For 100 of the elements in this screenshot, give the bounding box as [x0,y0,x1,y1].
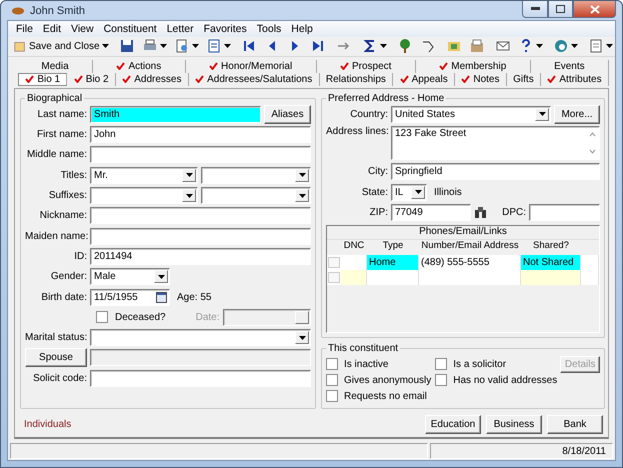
check-icon [439,62,448,70]
caret-icon [538,112,546,116]
check-icon [74,75,83,84]
dropdown-button[interactable] [295,331,309,344]
menu-item[interactable]: File [11,22,38,35]
menu-item[interactable]: View [66,22,99,35]
text-field[interactable] [90,228,311,245]
dropdown-field[interactable]: United States [391,106,551,123]
menu-item[interactable]: Help [286,22,318,35]
field-label: Marital status: [25,332,87,344]
checkbox-label: Is inactive [344,358,388,370]
date-field[interactable]: 11/5/1955 [90,288,170,306]
binoculars-icon[interactable] [474,206,487,220]
window-title: John Smith [30,4,86,16]
date-field[interactable] [222,308,311,326]
checkbox[interactable] [435,358,448,370]
check-icon [547,75,556,84]
text-field[interactable] [529,204,600,222]
table-cell: Not Shared [521,255,581,270]
text-field[interactable]: John [90,126,311,144]
tab[interactable]: Honor/Memorial [186,60,317,73]
dropdown-button[interactable] [411,186,425,199]
caret-icon [186,173,192,178]
caret-icon [186,194,192,198]
text-field[interactable] [90,146,311,164]
caret-icon [536,44,543,48]
state-name: Illinois [434,186,462,198]
field-label: Solicit code: [32,372,87,384]
checkbox[interactable] [326,358,338,370]
tab[interactable]: Events [530,60,610,73]
footer-button[interactable]: Business [486,415,542,434]
check-icon [400,75,409,84]
checkbox-label: Gives anonymously [344,374,432,386]
globe-icon [552,38,569,54]
dropdown-button[interactable] [295,189,309,202]
minimize-button[interactable] [522,1,548,18]
footer-button[interactable]: Education [425,415,481,434]
menu-item[interactable]: Constituent [98,22,162,35]
checkbox-label: Deceased? [115,312,166,323]
checkbox[interactable] [326,374,338,386]
menu-item[interactable]: Tools [252,22,286,35]
dropdown-field[interactable]: Male [90,268,170,286]
text-field[interactable]: 77049 [391,204,471,222]
dropdown-field[interactable] [90,329,311,346]
check-icon [25,75,34,84]
dropdown-button[interactable] [182,189,196,202]
field-label: Address lines: [326,126,388,138]
menu-item[interactable]: Favorites [198,22,252,35]
save-icon [118,38,135,54]
checkbox-label: Requests no email [344,390,427,402]
footer-button[interactable]: Bank [547,415,603,434]
close-button[interactable] [573,1,616,18]
document-icon [206,38,222,54]
grid-title: Phones/Email/Links [327,226,599,240]
field-label: State: [360,186,388,198]
caret-icon [414,190,422,194]
group-title: This constituent [327,343,400,354]
dropdown-button[interactable] [535,108,549,121]
field-label: Nickname: [38,210,87,222]
text-field[interactable]: 2011494 [90,248,311,265]
field-label: Date: [196,312,220,323]
caret-icon [298,173,306,178]
dropdown-field[interactable] [201,166,311,184]
status-date: 8/18/2011 [430,443,613,460]
aliases-button[interactable]: Aliases [264,104,311,124]
tab[interactable]: Prospect [316,60,416,73]
text-field[interactable]: Springfield [391,163,600,180]
caret-icon [570,44,578,48]
text-area[interactable]: 123 Fake Street [391,126,600,160]
dropdown-field[interactable] [201,187,311,204]
dropdown-field[interactable]: IL [391,184,427,201]
column-header: Type [382,240,404,254]
tab[interactable]: Relationships [320,72,394,86]
calendar-button[interactable] [295,310,309,324]
save-and-close-button[interactable]: Save and Close [11,36,111,56]
caret-icon [606,44,613,48]
text-field[interactable]: Smith [90,106,261,123]
caret-icon [192,44,199,48]
field-label: Gender: [50,271,87,282]
field-label: Titles: [60,170,87,181]
menu-item[interactable]: Letter [162,22,199,35]
dropdown-button[interactable] [295,168,309,182]
table-cell: (489) 555-5555 [419,255,521,270]
more-button[interactable]: More... [554,104,600,124]
field-label: Last name: [36,108,87,120]
dropdown-field[interactable] [90,187,198,204]
field-label: First name: [36,129,87,140]
checkbox[interactable] [435,374,448,386]
caret-icon [102,44,109,48]
tab[interactable]: Bio 1 [18,72,68,86]
menu-item[interactable]: Edit [38,22,66,35]
checkbox[interactable] [326,390,338,402]
restore-button[interactable] [548,1,573,18]
text-field[interactable] [90,370,311,387]
field-label: Suffixes: [48,190,87,202]
dropdown-button[interactable] [154,270,168,284]
dropdown-field[interactable]: Mr. [90,166,198,184]
dropdown-button[interactable] [182,168,196,182]
calendar-icon[interactable] [156,292,167,303]
text-field[interactable] [90,207,311,224]
